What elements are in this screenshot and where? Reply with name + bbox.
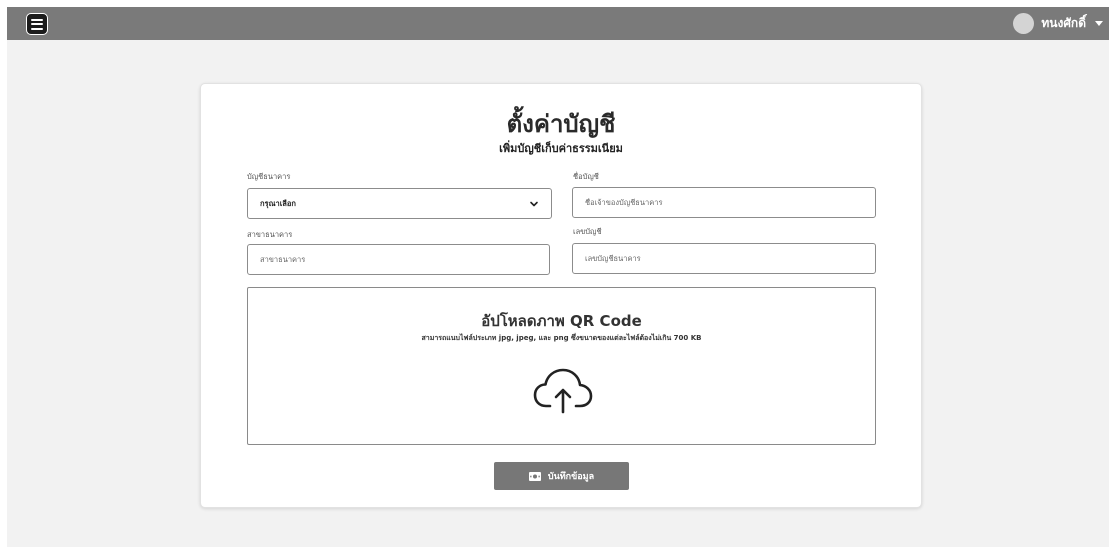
bank-account-select[interactable]: กรุณาเลือก — [247, 188, 552, 219]
money-icon — [528, 471, 541, 481]
app-window: ทนงศักดิ์ ตั้งค่าบัญชี เพิ่มบัญชีเก็บค่า… — [7, 7, 1109, 547]
branch-field[interactable] — [247, 244, 550, 275]
page-subtitle: เพิ่มบัญชีเก็บค่าธรรมเนียม — [499, 142, 623, 155]
branch-label: สาขาธนาคาร — [247, 230, 293, 239]
page-title: ตั้งค่าบัญชี — [506, 110, 616, 138]
avatar[interactable] — [1013, 12, 1035, 34]
qr-upload-dropzone[interactable]: อัปโหลดภาพ QR Code สามารถแนบไฟล์ประเภท j… — [247, 287, 876, 445]
user-name[interactable]: ทนงศักดิ์ — [1041, 14, 1086, 33]
bank-select-value: กรุณาเลือก — [260, 198, 296, 208]
account-number-input[interactable] — [585, 254, 863, 263]
account-number-label: เลขบัญชี — [573, 227, 602, 236]
save-button-label: บันทึกข้อมูล — [547, 472, 595, 482]
caret-down-icon[interactable] — [1095, 20, 1103, 26]
account-number-field[interactable] — [572, 243, 876, 274]
branch-input[interactable] — [260, 255, 537, 264]
chevron-down-icon — [530, 201, 538, 206]
upload-description: สามารถแนบไฟล์ประเภท jpg, jpeg, และ png ซ… — [421, 334, 702, 342]
user-menu[interactable]: ทนงศักดิ์ — [1013, 11, 1103, 35]
account-name-field[interactable] — [572, 187, 876, 218]
top-navbar: ทนงศักดิ์ — [7, 7, 1109, 40]
upload-title: อัปโหลดภาพ QR Code — [481, 312, 642, 330]
account-name-input[interactable] — [585, 198, 863, 207]
bank-account-label: บัญชีธนาคาร — [247, 172, 291, 181]
account-settings-card: ตั้งค่าบัญชี เพิ่มบัญชีเก็บค่าธรรมเนียม … — [200, 83, 922, 508]
save-button[interactable]: บันทึกข้อมูล — [494, 462, 629, 490]
cloud-upload-icon[interactable] — [533, 366, 593, 416]
account-name-label: ชื่อบัญชี — [573, 172, 599, 181]
hamburger-menu-icon[interactable] — [26, 13, 48, 35]
